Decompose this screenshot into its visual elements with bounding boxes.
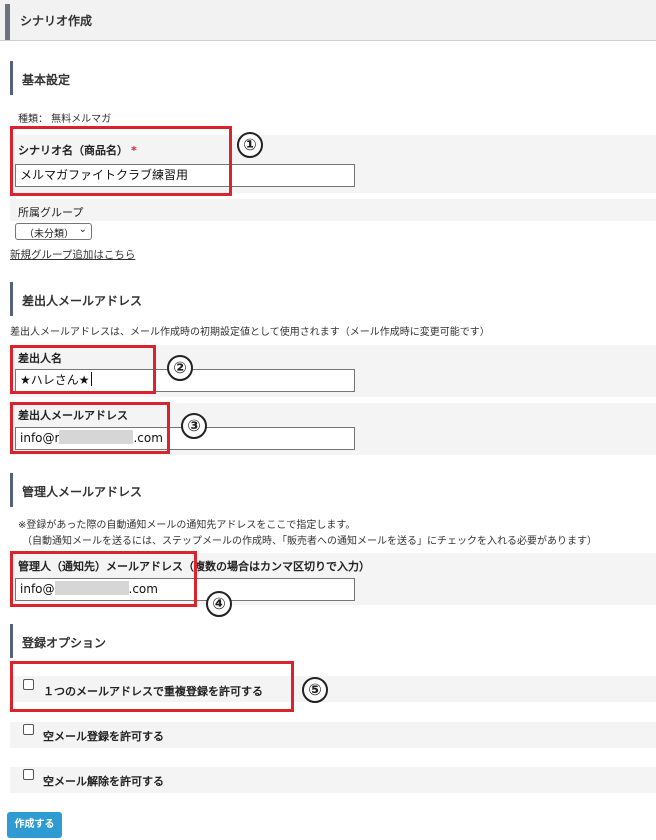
admin-email-input[interactable]: info@ .com	[15, 578, 355, 601]
scenario-name-label: シナリオ名（商品名） *	[18, 144, 137, 157]
sender-email-prefix: info@r	[20, 431, 60, 445]
option-empty-register-checkbox[interactable]	[23, 724, 34, 735]
redacted-area	[59, 430, 134, 444]
required-mark: *	[131, 144, 137, 157]
option-duplicate-label: １つのメールアドレスで重複登録を許可する	[43, 685, 263, 698]
group-select[interactable]: （未分類） ⌄	[15, 223, 92, 240]
annotation-marker-5: ⑤	[302, 677, 328, 703]
sender-email-suffix: .com	[133, 431, 163, 445]
admin-email-suffix: .com	[128, 582, 158, 596]
admin-note-1: ※登録があった際の自動通知メールの通知先アドレスをここで指定します。	[18, 520, 356, 531]
option-empty-cancel-checkbox[interactable]	[23, 769, 34, 780]
section-basic-settings: 基本設定	[10, 61, 656, 95]
section-options: 登録オプション	[10, 624, 656, 658]
section-title: 基本設定	[22, 73, 71, 87]
group-row	[10, 199, 656, 221]
section-title: 管理人メールアドレス	[22, 485, 143, 499]
admin-email-prefix: info@	[20, 582, 55, 596]
sender-email-label: 差出人メールアドレス	[18, 409, 128, 422]
option-duplicate-checkbox[interactable]	[23, 679, 34, 690]
group-label: 所属グループ	[18, 206, 84, 219]
header-accent-bar	[5, 4, 10, 40]
option-empty-cancel-label: 空メール解除を許可する	[43, 775, 164, 788]
admin-email-label: 管理人（通知先）メールアドレス（複数の場合はカンマ区切りで入力）	[18, 560, 370, 573]
section-sender: 差出人メールアドレス	[10, 282, 656, 316]
group-select-value: （未分類）	[24, 229, 74, 240]
admin-note-2: （自動通知メールを送るには、ステップメールの作成時、「販売者への通知メールを送る…	[22, 536, 597, 547]
section-title: 差出人メールアドレス	[22, 294, 143, 308]
admin-email-hint: （複数の場合はカンマ区切りで入力）	[183, 560, 370, 573]
sender-name-label: 差出人名	[18, 352, 62, 365]
sender-name-value: ★ハレさん★	[20, 373, 90, 387]
new-group-link[interactable]: 新規グループ追加はこちら	[10, 247, 135, 262]
page-title: シナリオ作成	[20, 14, 93, 28]
page-header: シナリオ作成	[0, 0, 656, 41]
option-empty-register-label: 空メール登録を許可する	[43, 730, 164, 743]
text-caret	[90, 372, 92, 386]
section-title: 登録オプション	[22, 636, 107, 650]
section-admin: 管理人メールアドレス	[10, 473, 656, 507]
scenario-name-input[interactable]: メルマガファイトクラブ練習用	[15, 164, 355, 187]
annotation-marker-1: ①	[237, 132, 263, 158]
annotation-marker-2: ②	[167, 355, 193, 381]
create-button[interactable]: 作成する	[7, 812, 62, 838]
annotation-marker-3: ③	[181, 413, 207, 439]
type-text: 種類： 無料メルマガ	[18, 114, 112, 125]
sender-note: 差出人メールアドレスは、メール作成時の初期設定値として使用されます（メール作成時…	[10, 327, 490, 338]
scenario-create-page: シナリオ作成 基本設定 種類： 無料メルマガ シナリオ名（商品名） * メルマガフ…	[0, 0, 656, 840]
chevron-down-icon: ⌄	[78, 224, 87, 235]
annotation-marker-4: ④	[206, 591, 232, 617]
redacted-area	[54, 581, 129, 595]
